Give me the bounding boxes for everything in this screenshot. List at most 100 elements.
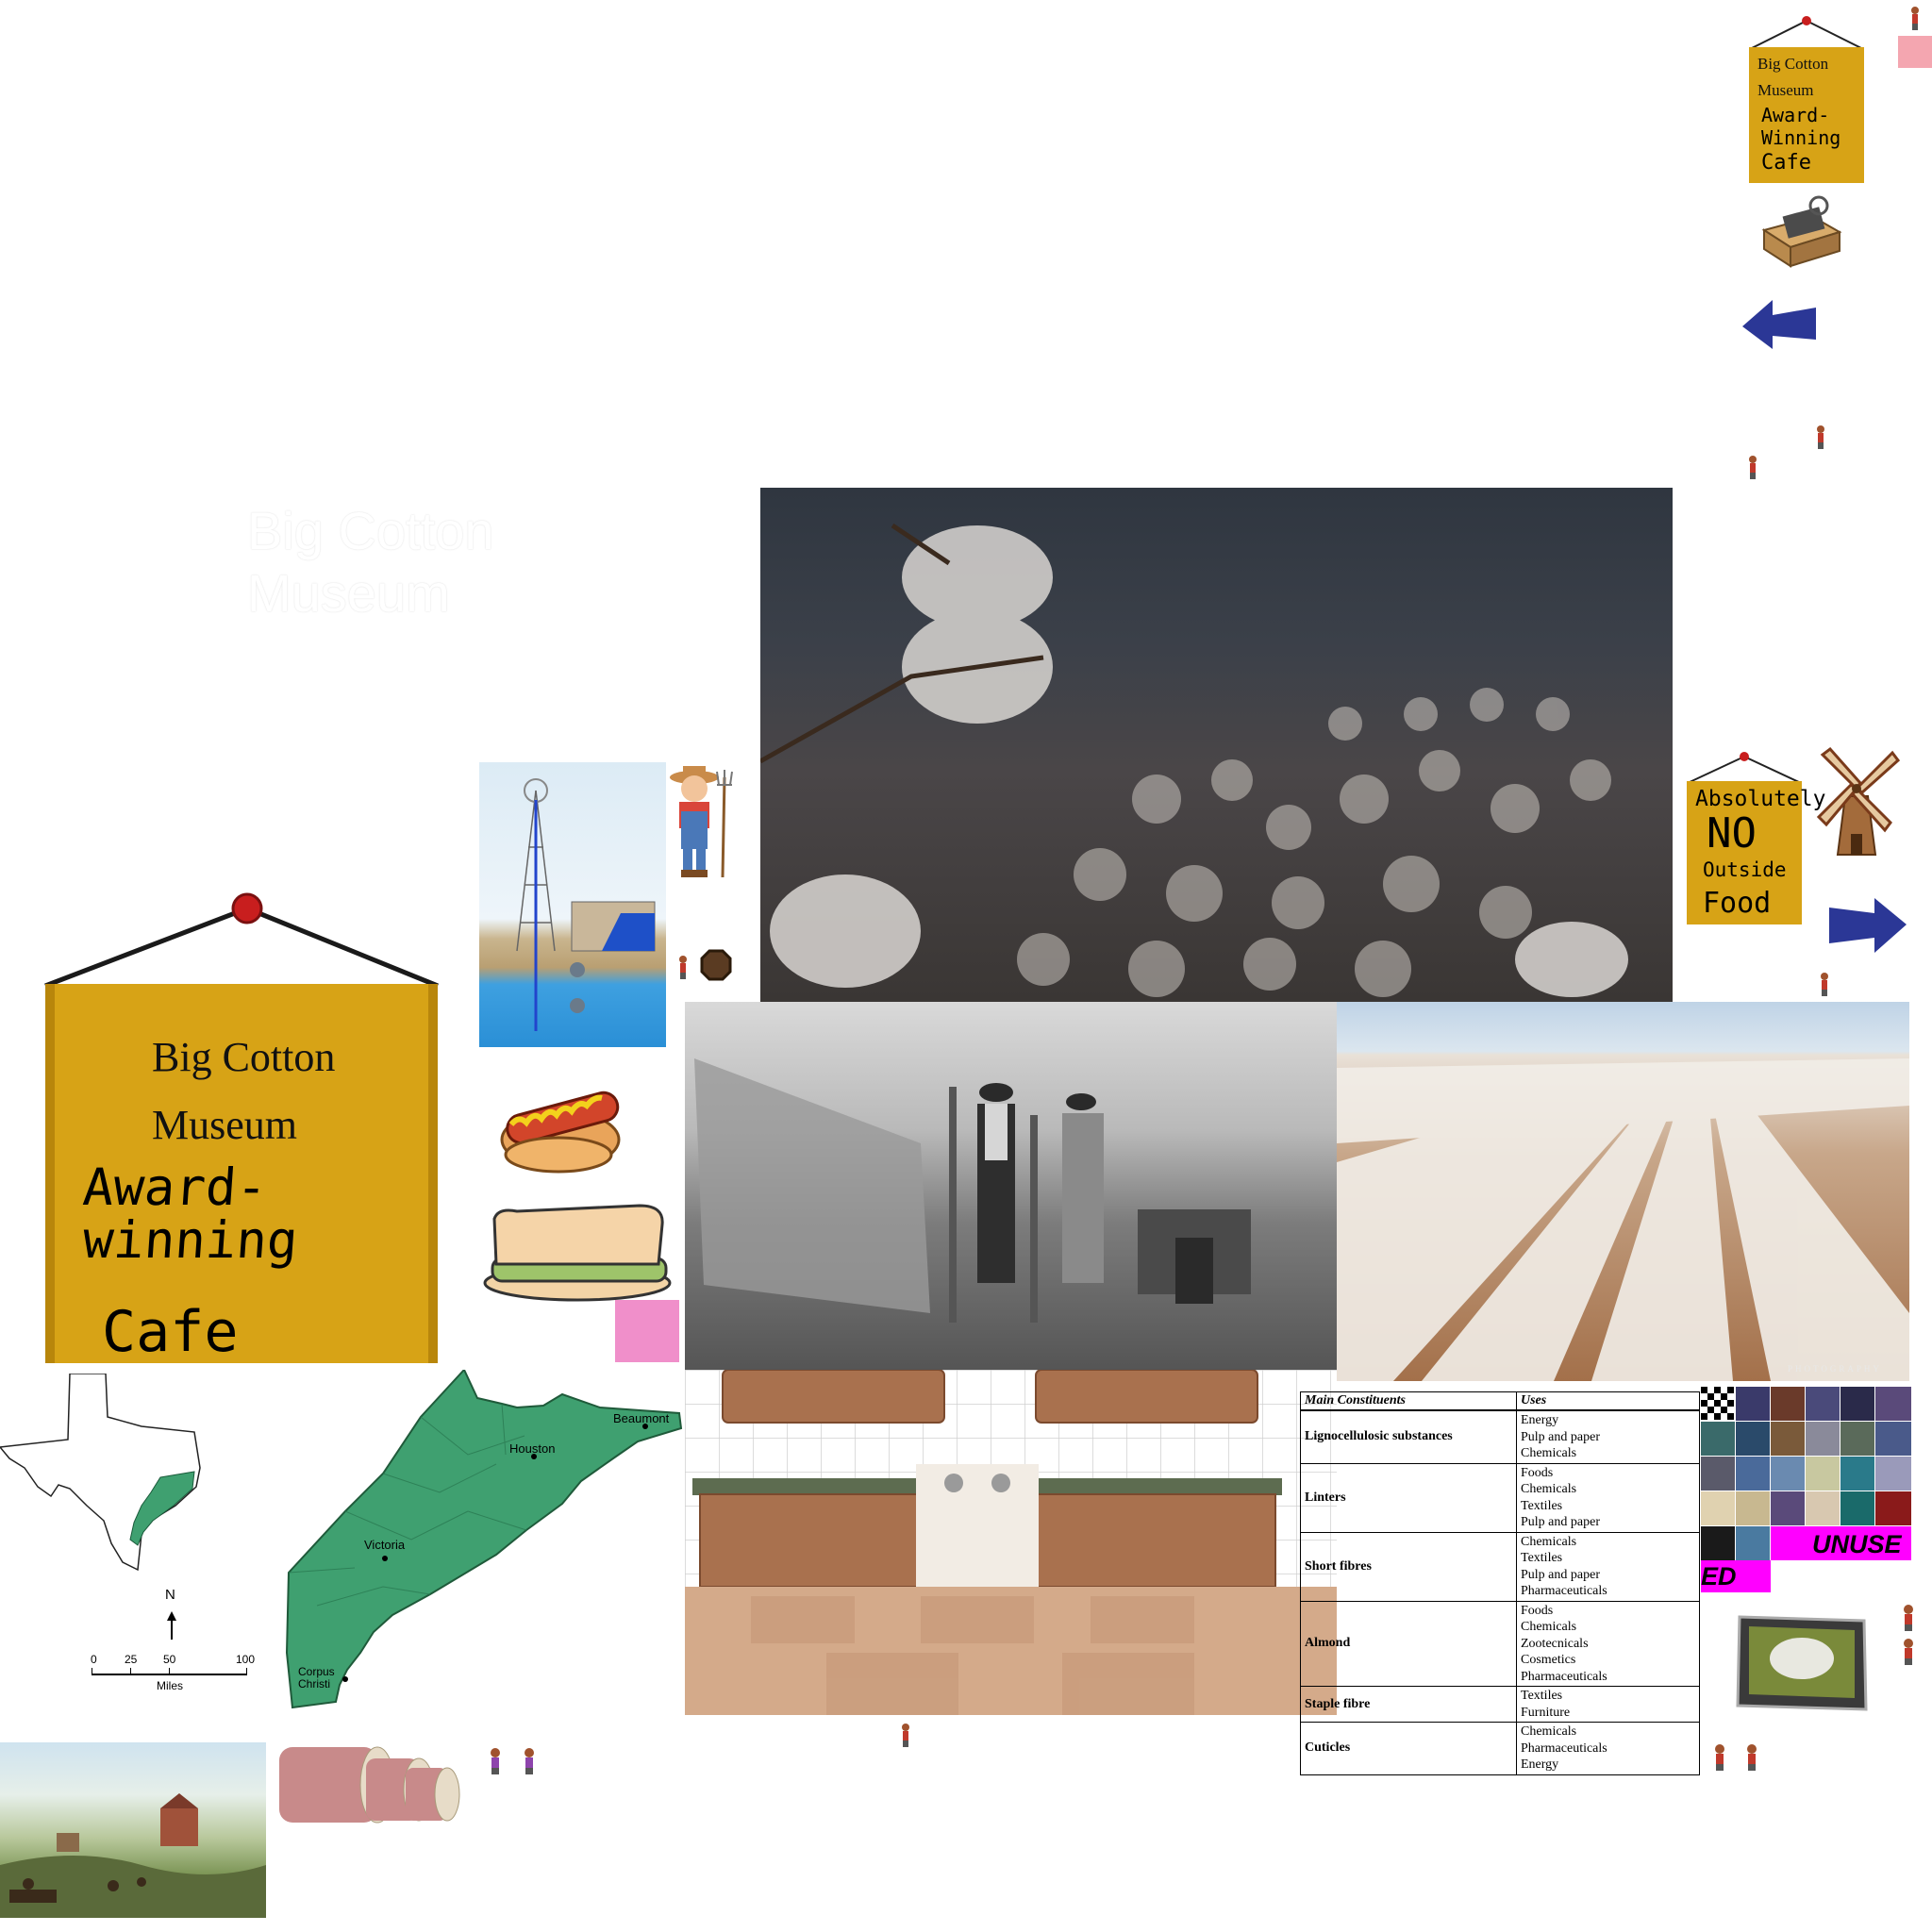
table-cell-use: Zootecnicals xyxy=(1521,1636,1589,1651)
plantation-painting xyxy=(0,1742,266,1918)
table-row: Cuticles Chemicals Pharmaceuticals Energy xyxy=(1300,1722,1700,1774)
character-sprite[interactable] xyxy=(1747,455,1758,481)
table-row: Lignocellulosic substances Energy Pulp an… xyxy=(1300,1409,1700,1463)
cotton-gin-icon[interactable] xyxy=(1757,189,1843,275)
character-sprite[interactable] xyxy=(1819,972,1830,998)
table-cell-main: Almond xyxy=(1300,1600,1517,1687)
table-cell-main: Lignocellulosic substances xyxy=(1300,1409,1517,1463)
kitchen-background xyxy=(685,1369,1337,1715)
nofood-hand1: Absolutely xyxy=(1695,787,1826,811)
texas-state-map xyxy=(0,1373,208,1576)
uses-table: Main Constituents Uses Lignocellulosic s… xyxy=(1300,1391,1700,1775)
big-cotton-cafe-sign[interactable]: Big Cotton Museum Award- winning Cafe xyxy=(43,891,440,1368)
table-cell-use: Chemicals xyxy=(1521,1724,1577,1739)
texture-sprite-sheet: UNUSE ED xyxy=(1701,1387,1911,1592)
city-label-corpus-christi: Corpus Christi xyxy=(298,1666,335,1690)
table-cell-use: Energy xyxy=(1521,1757,1559,1772)
character-sprite[interactable] xyxy=(1909,6,1921,32)
windmill-icon[interactable] xyxy=(1813,743,1901,863)
sign-small-hand2: Winning xyxy=(1761,126,1841,149)
ghost-title: Big Cotton Museum xyxy=(247,500,549,625)
scale-tick-25: 25 xyxy=(125,1653,138,1666)
stone-icon[interactable] xyxy=(700,949,732,986)
table-cell-use: Chemicals xyxy=(1521,1620,1577,1634)
table-row: Short fibres Chemicals Textiles Pulp and p… xyxy=(1300,1531,1700,1601)
character-sprite[interactable] xyxy=(1902,1604,1915,1632)
ghost-title-line2: Museum xyxy=(247,563,450,623)
historic-sharecroppers-photo xyxy=(685,1002,1337,1370)
small-cafe-sign[interactable]: Big Cotton Museum Award- Winning Cafe xyxy=(1748,13,1865,185)
sandwich-icon[interactable] xyxy=(479,1204,674,1314)
table-header-main: Main Constituents xyxy=(1300,1391,1517,1411)
scale-tick-0: 0 xyxy=(91,1653,97,1666)
character-sprite[interactable] xyxy=(1745,1743,1758,1772)
table-row: Linters Foods Chemicals Textiles Pulp and p… xyxy=(1300,1462,1700,1532)
table-cell-use: Furniture xyxy=(1521,1705,1571,1720)
city-label-houston: Houston xyxy=(509,1441,556,1456)
sign-small-hand1: Award- xyxy=(1761,104,1830,126)
table-cell-use: Foods xyxy=(1521,1465,1554,1480)
gulf-coast-region-map: Houston Beaumont Victoria Corpus Christi xyxy=(279,1368,685,1714)
hotdog-icon[interactable] xyxy=(492,1064,625,1182)
nofood-hand3: Outside xyxy=(1703,858,1787,881)
table-cell-use: Pharmaceuticals xyxy=(1521,1740,1607,1756)
nofood-hand4: Food xyxy=(1703,887,1772,920)
cotton-closeup-photo xyxy=(760,488,1673,1002)
city-label-victoria: Victoria xyxy=(364,1538,406,1552)
right-arrow-icon[interactable] xyxy=(1825,896,1908,961)
table-cell-main: Short fibres xyxy=(1300,1531,1517,1601)
character-sprite[interactable] xyxy=(1902,1638,1915,1666)
table-row: Almond Foods Chemicals Zootecnicals Cosmeti… xyxy=(1300,1600,1700,1687)
character-sprite[interactable] xyxy=(677,955,689,981)
cotton-uses-table: Main Constituents Uses Lignocellulosic s… xyxy=(1300,1391,1700,1788)
table-cell-use: Chemicals xyxy=(1521,1534,1577,1549)
north-label: N xyxy=(165,1587,175,1603)
table-cell-use: Pulp and paper xyxy=(1521,1429,1600,1444)
table-cell-main: Cuticles xyxy=(1300,1722,1517,1774)
table-row: Staple fibre Textiles Furniture xyxy=(1300,1686,1700,1723)
sign-big-line1: Big Cotton xyxy=(152,1034,336,1080)
table-cell-use: Pharmaceuticals xyxy=(1521,1584,1607,1598)
windmill-water-diagram xyxy=(479,762,666,1047)
table-cell-use: Chemicals xyxy=(1521,1482,1577,1496)
scale-unit: Miles xyxy=(157,1679,184,1692)
map-scale-bar: 0 25 50 100 Miles xyxy=(87,1653,266,1707)
sign-big-line2: Museum xyxy=(152,1102,297,1148)
north-arrow: N xyxy=(162,1587,181,1646)
table-cell-use: Pulp and paper xyxy=(1521,1515,1600,1529)
scale-tick-100: 100 xyxy=(236,1653,256,1666)
sign-small-hand3: Cafe xyxy=(1761,151,1811,175)
photo-watermark: PHOTOGRAPHY xyxy=(1788,1364,1882,1374)
scale-tick-50: 50 xyxy=(163,1653,176,1666)
table-cell-use: Pharmaceuticals xyxy=(1521,1669,1607,1684)
table-cell-use: Foods xyxy=(1521,1603,1554,1618)
table-cell-use: Cosmetics xyxy=(1521,1653,1576,1667)
sign-big-hand2: winning xyxy=(80,1210,300,1270)
character-sprite[interactable] xyxy=(1713,1743,1726,1772)
table-cell-use: Textiles xyxy=(1521,1498,1563,1513)
food-tray-icon[interactable] xyxy=(1732,1611,1872,1722)
nofood-hand2: NO xyxy=(1707,809,1757,858)
cotton-field-photo: PHOTOGRAPHY xyxy=(1337,1002,1909,1381)
city-label-beaumont: Beaumont xyxy=(613,1411,670,1425)
farmer-icon[interactable] xyxy=(666,762,736,888)
cotton-bales-icon[interactable] xyxy=(275,1740,460,1835)
city-label-corpus-line2: Christi xyxy=(298,1677,331,1690)
table-header-uses: Uses xyxy=(1516,1391,1700,1411)
character-sprite[interactable] xyxy=(523,1747,536,1775)
table-cell-use: Chemicals xyxy=(1521,1446,1577,1460)
sign-big-hand1: Award- xyxy=(80,1158,270,1217)
texture-banner-2: ED xyxy=(1701,1562,1737,1591)
left-arrow-icon[interactable] xyxy=(1740,298,1818,356)
table-cell-use: Textiles xyxy=(1521,1689,1563,1703)
character-sprite[interactable] xyxy=(900,1723,911,1749)
table-cell-main: Staple fibre xyxy=(1300,1686,1517,1723)
sign-small-line1: Big Cotton xyxy=(1757,55,1829,73)
character-sprite[interactable] xyxy=(1815,425,1826,451)
table-cell-use: Textiles xyxy=(1521,1551,1563,1565)
table-cell-main: Linters xyxy=(1300,1462,1517,1532)
no-outside-food-sign[interactable]: Absolutely NO Outside Food xyxy=(1686,749,1825,926)
character-sprite[interactable] xyxy=(489,1747,502,1775)
sign-big-hand3: Cafe xyxy=(102,1299,239,1365)
table-cell-use: Energy xyxy=(1521,1413,1559,1427)
